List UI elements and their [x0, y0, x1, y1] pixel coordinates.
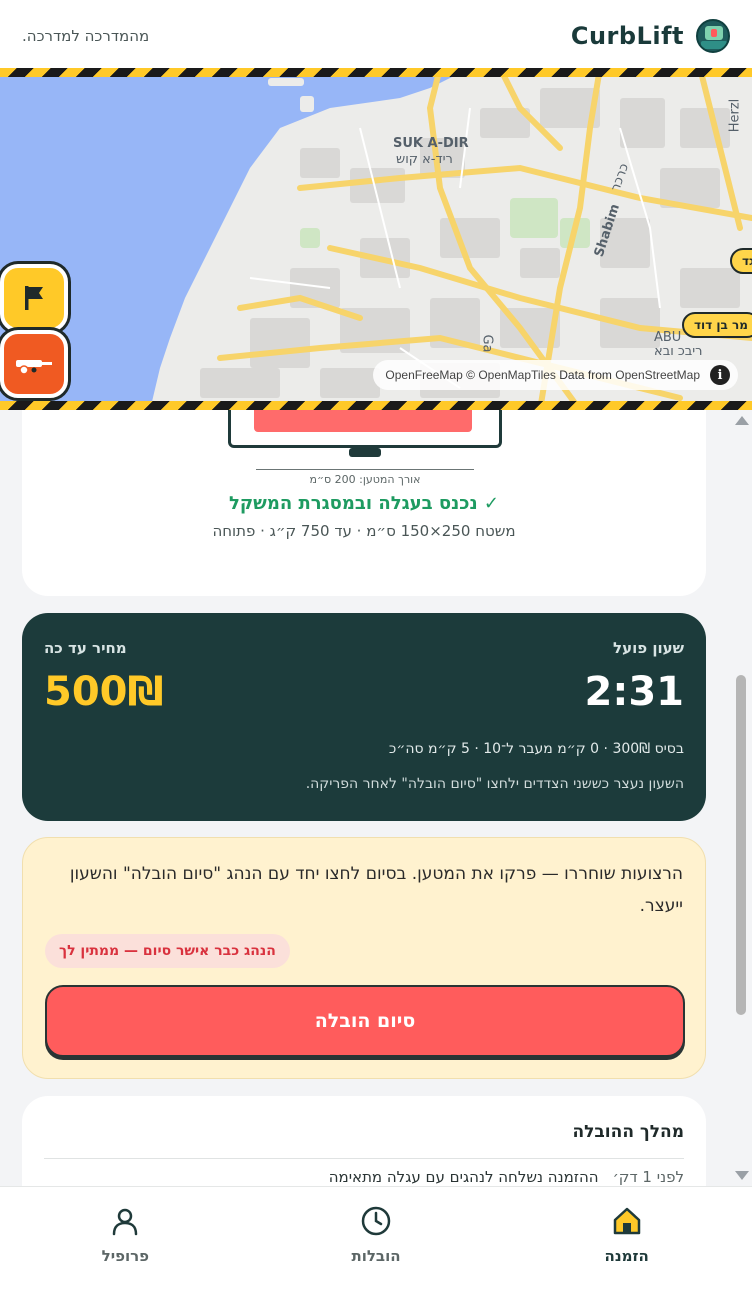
attribution-data-from: Data from: [559, 368, 612, 382]
cargo-length-label: אורך המטען: 200 ס״מ: [309, 473, 421, 486]
timeline-event: לפני 1 דק׳ ההזמנה נשלחה לנהגים עם עגלה מ…: [329, 1168, 684, 1186]
measure-line: [256, 469, 474, 470]
attribution-openmaptiles[interactable]: OpenMapTiles: [478, 368, 556, 382]
attribution-osm[interactable]: OpenStreetMap: [615, 368, 700, 382]
timer-value: 2:31: [584, 669, 685, 715]
map-label-district-hebrew: ריד-א קוש: [396, 152, 453, 167]
tagline: מהמדרכה למדרכה.: [22, 27, 150, 45]
brand-name: CurbLift: [570, 22, 684, 50]
tow-truck-button[interactable]: [0, 330, 68, 398]
vehicle-fit-card: אורך המטען: 200 ס״מ ✓ נכנס בעגלה ובמסגרת…: [22, 410, 706, 596]
rate-breakdown: בסיס 300₪ · 0 ק״מ מעבר ל־10 · 5 ק״מ סה״כ: [388, 741, 684, 757]
scroll-down-arrow-icon[interactable]: [735, 1171, 749, 1180]
nav-label-deliveries: הובלות: [351, 1247, 401, 1265]
fit-status: ✓ נכנס בעגלה ובמסגרת המשקל: [229, 493, 499, 514]
delivery-timeline-card: מהלך ההובלה לפני 1 דק׳ ההזמנה נשלחה לנהג…: [22, 1096, 706, 1186]
order-panel[interactable]: אורך המטען: 200 ס״מ ✓ נכנס בעגלה ובמסגרת…: [0, 410, 752, 1186]
street-tag[interactable]: גד: [730, 248, 752, 274]
timer-note: השעון נעצר כששני הצדדים ילחצו "סיום הובל…: [305, 776, 684, 792]
cargo-fill: [254, 410, 472, 432]
info-icon[interactable]: i: [710, 365, 730, 385]
price-label: מחיר עד כה: [44, 639, 127, 657]
tow-truck-logo-icon: [696, 19, 730, 53]
map-attribution: OpenFreeMap © OpenMapTiles Data from Ope…: [373, 360, 738, 390]
street-tag[interactable]: מר בן דוד: [682, 312, 752, 338]
flag-button[interactable]: [0, 264, 68, 332]
trailer-hitch: [349, 448, 381, 457]
driver-status-badge: הנהג כבר אישר סיום — ממתין לך: [45, 934, 290, 968]
scroll-thumb[interactable]: [736, 675, 746, 1015]
nav-item-profile[interactable]: פרופיל: [0, 1187, 251, 1290]
attribution-openfreemap[interactable]: OpenFreeMap: [385, 368, 462, 382]
map-label-district-latin: SUK A-DIR: [393, 136, 469, 151]
scrollbar[interactable]: [734, 410, 749, 1186]
hazard-stripe-bottom: [0, 401, 752, 410]
clock-icon: [360, 1205, 392, 1237]
timer-card: שעון פועל מחיר עד כה 2:31 500₪ בסיס 300₪…: [22, 613, 706, 821]
map-label-abu: ABU: [654, 330, 682, 345]
scroll-up-arrow-icon[interactable]: [735, 416, 749, 425]
map-label-hebrew-street-2: ריבכ ובא: [654, 344, 703, 359]
flag-icon: [25, 286, 43, 310]
unload-instructions: הרצועות שוחררו — פרקו את המטען. בסיום לח…: [69, 864, 683, 916]
bottom-nav: הזמנה הובלות פרופיל: [0, 1186, 752, 1290]
timeline-event-text: ההזמנה נשלחה לנהגים עם עגלה מתאימה: [328, 1168, 599, 1186]
trailer-spec: משטח 250×150 ס״מ · עד 750 ק״ג · פתוחה: [212, 522, 516, 540]
nav-label-profile: פרופיל: [101, 1247, 150, 1265]
timeline-event-time: לפני 1 דק׳: [612, 1168, 684, 1186]
price-value: 500₪: [44, 669, 164, 715]
hazard-stripe-top: [0, 68, 752, 77]
finish-delivery-button[interactable]: סיום הובלה: [45, 985, 685, 1057]
tow-truck-icon: [16, 360, 52, 375]
attribution-copy: ©: [466, 368, 475, 382]
brand[interactable]: CurbLift: [571, 19, 730, 53]
app-header: מהמדרכה למדרכה. CurbLift: [0, 0, 752, 72]
map-label-gaza: Ga: [479, 334, 495, 353]
divider: [44, 1158, 684, 1159]
nav-label-order: הזמנה: [604, 1247, 649, 1265]
nav-item-order[interactable]: הזמנה: [501, 1187, 752, 1290]
map[interactable]: SUK A-DIR ריד-א קוש Shabim Herzl ABU Ga …: [0, 68, 752, 410]
user-icon: [109, 1205, 141, 1237]
finish-action-card: הרצועות שוחררו — פרקו את המטען. בסיום לח…: [22, 837, 706, 1079]
map-canvas[interactable]: [0, 68, 752, 410]
timeline-title: מהלך ההובלה: [572, 1122, 684, 1142]
home-icon: [611, 1205, 643, 1237]
map-label-herzl: Herzl: [727, 98, 743, 133]
nav-item-deliveries[interactable]: הובלות: [251, 1187, 502, 1290]
timer-label: שעון פועל: [613, 639, 684, 657]
